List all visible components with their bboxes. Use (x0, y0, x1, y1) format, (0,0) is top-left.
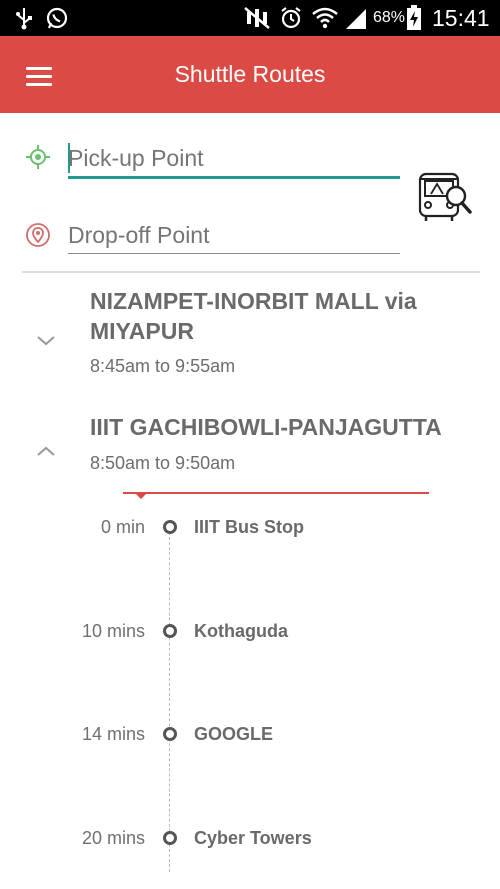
usb-icon (14, 0, 34, 36)
battery-percent: 68% (373, 9, 406, 26)
stop-name: IIIT Bus Stop (194, 517, 304, 537)
menu-icon (26, 66, 52, 70)
app-bar: Shuttle Routes (0, 36, 500, 113)
wifi-icon (311, 0, 339, 36)
stop-row[interactable]: 10 mins Kothaguda (0, 616, 500, 646)
stop-eta: 14 mins (81, 724, 145, 744)
route-name: NIZAMPET-INORBIT MALL via MIYAPUR (90, 288, 417, 344)
chevron-down-icon[interactable] (34, 333, 58, 349)
stop-dot-icon (163, 624, 177, 638)
stop-row[interactable]: 0 min IIIT Bus Stop (0, 512, 500, 542)
stop-name: Cyber Towers (194, 828, 312, 848)
menu-icon-bar (26, 74, 52, 78)
gps-target-icon (25, 144, 51, 170)
dropoff-underline (68, 253, 400, 254)
battery-charging-icon (405, 0, 423, 36)
stop-eta: 0 min (100, 517, 145, 537)
bus-search-icon (418, 172, 472, 221)
route-detail-divider (123, 492, 429, 494)
stop-row[interactable]: 14 mins GOOGLE (0, 719, 500, 749)
stop-name: Kothaguda (194, 621, 288, 641)
stop-name: GOOGLE (194, 724, 274, 744)
menu-icon-bar (26, 82, 52, 86)
route-detail-pointer (135, 493, 147, 499)
alarm-icon (279, 0, 303, 36)
route-time: 8:45am to 9:55am (90, 356, 236, 376)
stop-dot-icon (163, 727, 177, 741)
stop-dot-icon (163, 831, 177, 845)
stop-eta: 20 mins (81, 828, 145, 848)
route-name: IIIT GACHIBOWLI-PANJAGUTTA (90, 414, 442, 440)
stop-row[interactable]: 20 mins Cyber Towers (0, 823, 500, 853)
bus-search-button[interactable] (416, 170, 474, 226)
divider (22, 271, 480, 273)
pickup-underline (68, 176, 400, 179)
stop-dot-icon (163, 520, 177, 534)
page-title: Shuttle Routes (174, 61, 326, 87)
menu-button[interactable] (18, 56, 62, 96)
stop-eta: 10 mins (81, 621, 145, 641)
route-time: 8:50am to 9:50am (90, 453, 236, 473)
clock: 15:41 (432, 5, 490, 31)
location-pin-icon (25, 222, 51, 248)
chevron-up-icon[interactable] (34, 443, 58, 459)
dropoff-input[interactable] (68, 218, 400, 252)
signal-icon (343, 0, 369, 36)
mute-icon (242, 0, 272, 36)
status-bar: 68% 15:41 (0, 0, 500, 36)
pickup-input[interactable] (68, 141, 400, 175)
whatsapp-icon (44, 0, 70, 36)
timeline-line (169, 527, 170, 872)
text-cursor (68, 143, 70, 173)
